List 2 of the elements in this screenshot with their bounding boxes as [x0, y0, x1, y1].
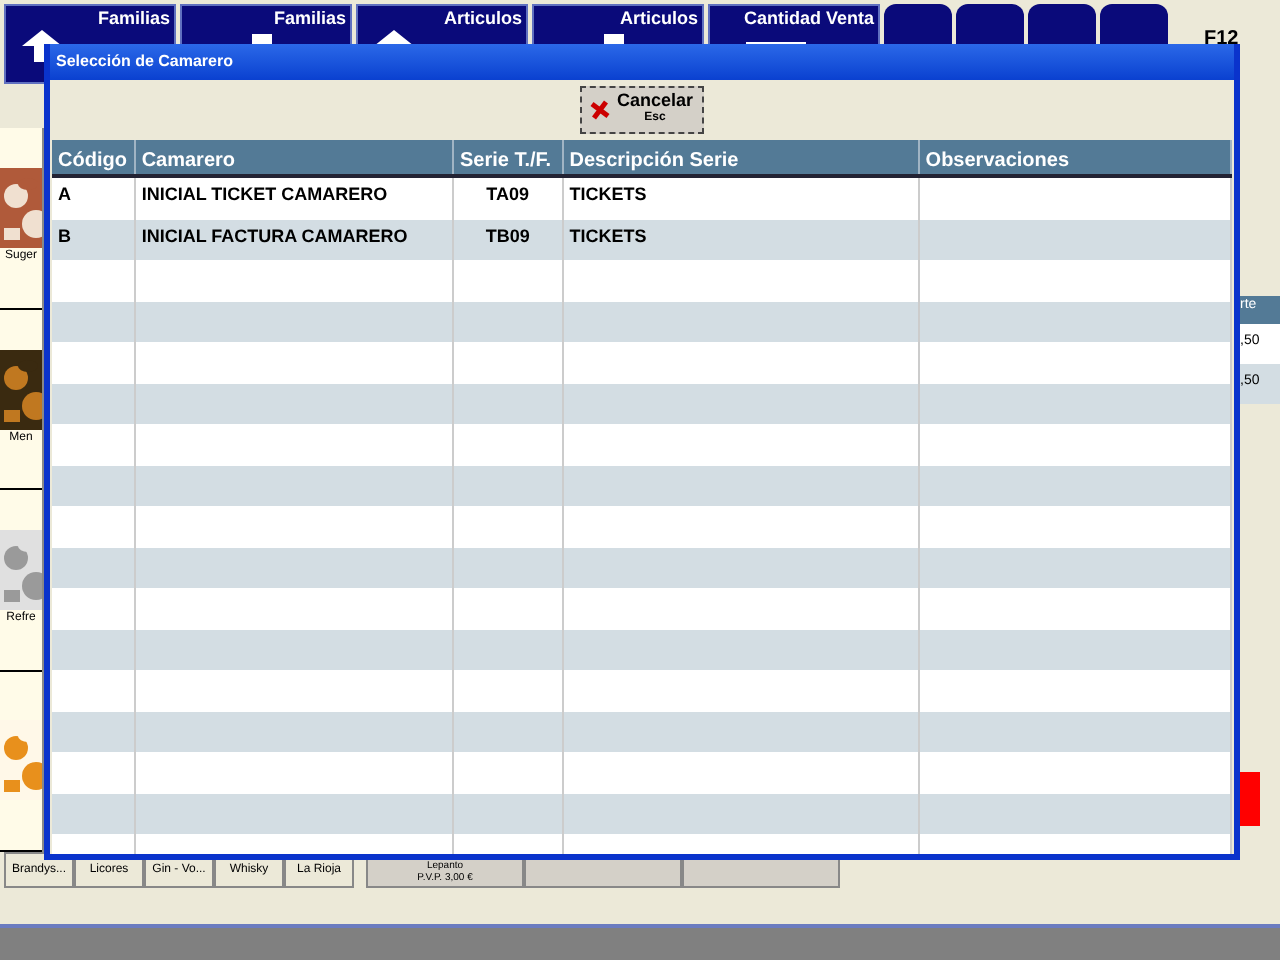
function-key-label: F12 — [1204, 26, 1239, 54]
dialog-title: Selección de Camarero — [56, 50, 233, 74]
